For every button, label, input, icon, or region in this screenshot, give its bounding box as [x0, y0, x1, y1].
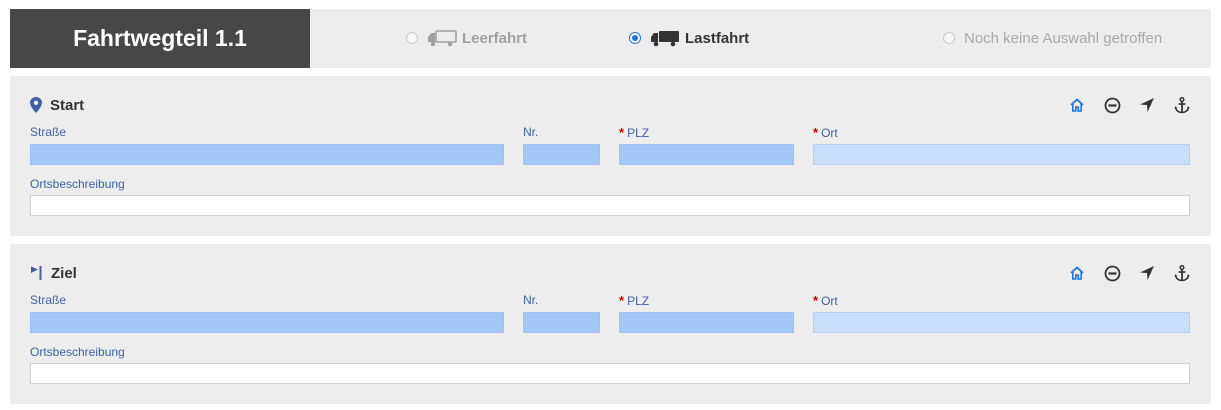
- flag-icon: [30, 265, 43, 281]
- plz-label-text: PLZ: [627, 294, 650, 308]
- nr-input[interactable]: [523, 144, 600, 165]
- leerfahrt-radio[interactable]: [406, 32, 418, 44]
- ort-input[interactable]: [813, 312, 1190, 333]
- anchor-icon[interactable]: [1173, 95, 1191, 115]
- location-arrow-icon[interactable]: [1138, 263, 1156, 283]
- keine-auswahl-radio[interactable]: [943, 32, 955, 44]
- street-input[interactable]: [30, 144, 504, 165]
- ort-label-text: Ort: [821, 294, 838, 308]
- option-keine-auswahl[interactable]: Noch keine Auswahl getroffen: [943, 27, 1162, 49]
- ziel-title: Ziel: [51, 264, 77, 282]
- minus-circle-icon[interactable]: [1103, 95, 1121, 115]
- nr-label: Nr.: [523, 293, 539, 307]
- option-lastfahrt[interactable]: Lastfahrt: [629, 27, 749, 49]
- nr-input[interactable]: [523, 312, 600, 333]
- street-input[interactable]: [30, 312, 504, 333]
- plz-label: * PLZ: [619, 125, 649, 140]
- ziel-panel: Ziel Straße Nr. * PLZ * Ort Ortsbeschreibu…: [10, 244, 1211, 404]
- street-label: Straße: [30, 125, 67, 139]
- required-marker: *: [813, 293, 819, 308]
- required-marker: *: [813, 125, 819, 140]
- ziel-toolbar: [1051, 263, 1191, 283]
- ort-label-text: Ort: [821, 126, 838, 140]
- plz-label-text: PLZ: [627, 126, 650, 140]
- start-toolbar: [1051, 95, 1191, 115]
- ort-input[interactable]: [813, 144, 1190, 165]
- ort-label: * Ort: [813, 293, 838, 308]
- description-label: Ortsbeschreibung: [30, 345, 125, 359]
- lastfahrt-radio[interactable]: [629, 32, 641, 44]
- home-icon[interactable]: [1068, 95, 1086, 115]
- minus-circle-icon[interactable]: [1103, 263, 1121, 283]
- description-input[interactable]: [30, 195, 1190, 216]
- start-title: Start: [50, 96, 85, 114]
- page-title: Fahrtwegteil 1.1: [10, 9, 310, 68]
- required-marker: *: [619, 125, 625, 140]
- home-icon[interactable]: [1068, 263, 1086, 283]
- start-panel: Start Straße Nr. * PLZ * Ort Ortsbeschreib…: [10, 76, 1211, 236]
- keine-auswahl-label: Noch keine Auswahl getroffen: [964, 29, 1163, 47]
- start-heading: Start: [30, 95, 84, 115]
- lastfahrt-label: Lastfahrt: [685, 29, 750, 47]
- plz-input[interactable]: [619, 312, 794, 333]
- required-marker: *: [619, 293, 625, 308]
- anchor-icon[interactable]: [1173, 263, 1191, 283]
- description-label: Ortsbeschreibung: [30, 177, 125, 191]
- location-arrow-icon[interactable]: [1138, 95, 1156, 115]
- street-label: Straße: [30, 293, 67, 307]
- ziel-heading: Ziel: [30, 263, 77, 283]
- plz-label: * PLZ: [619, 293, 649, 308]
- ort-label: * Ort: [813, 125, 838, 140]
- leerfahrt-label: Leerfahrt: [462, 29, 528, 47]
- truck-icon: [427, 29, 457, 47]
- description-input[interactable]: [30, 363, 1190, 384]
- plz-input[interactable]: [619, 144, 794, 165]
- nr-label: Nr.: [523, 125, 539, 139]
- option-leerfahrt[interactable]: Leerfahrt: [406, 27, 527, 49]
- map-pin-icon: [30, 97, 42, 113]
- truck-icon: [650, 30, 680, 47]
